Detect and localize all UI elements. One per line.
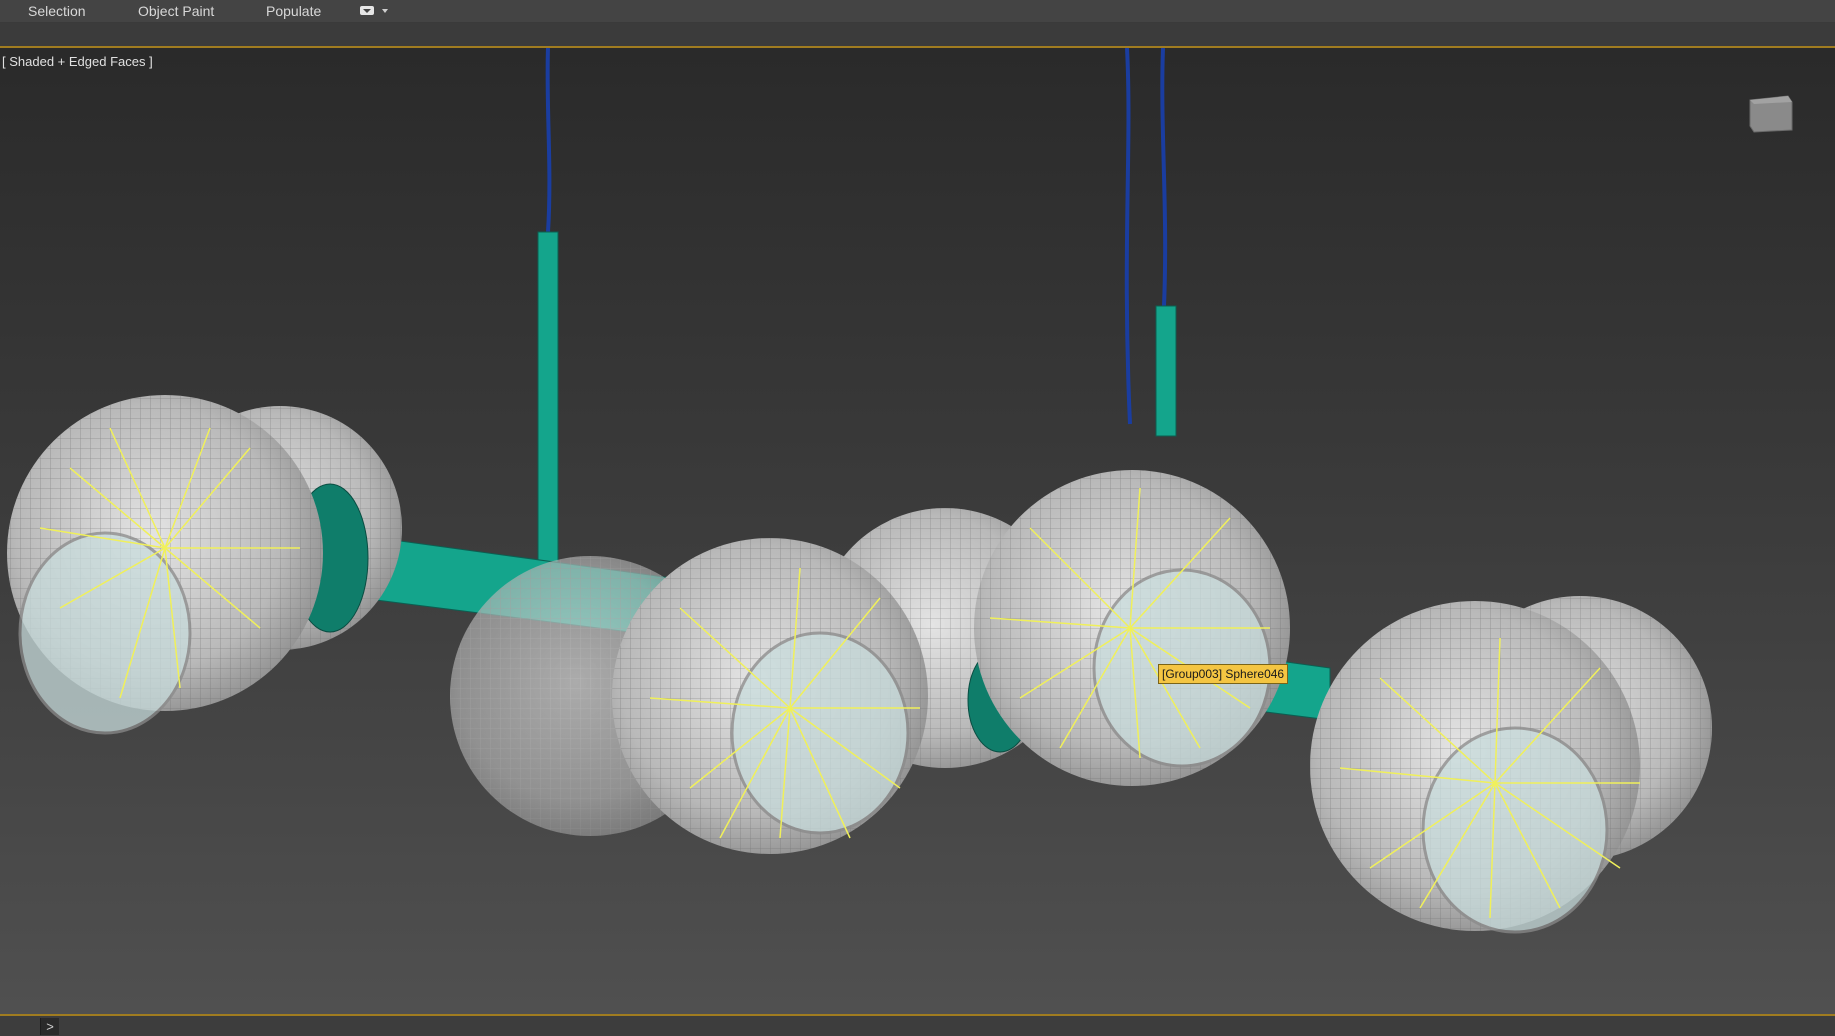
tab-populate[interactable]: Populate [266, 2, 321, 20]
globe-front-1 [7, 395, 323, 735]
ribbon-bar: Selection Object Paint Populate [0, 0, 1835, 23]
ribbon-dropdown-icon[interactable] [358, 3, 390, 19]
perspective-viewport[interactable]: [ Shaded + Edged Faces ] [Group003] Sphe… [0, 46, 1835, 1016]
rod-right [1155, 305, 1177, 437]
cable-left [545, 48, 552, 233]
status-bar: > [0, 1016, 1835, 1036]
globe-front-3 [974, 470, 1290, 786]
globe-front-2 [612, 538, 928, 854]
scene-canvas[interactable] [0, 48, 1835, 1014]
tab-selection[interactable]: Selection [28, 2, 86, 20]
viewport-label[interactable]: [ Shaded + Edged Faces ] [2, 54, 153, 69]
globe-front-4 [1310, 601, 1640, 934]
viewcube-icon[interactable] [1746, 92, 1796, 134]
ribbon-panel [0, 23, 1835, 46]
tab-object-paint[interactable]: Object Paint [138, 2, 214, 20]
cable-right-b [1160, 48, 1168, 307]
cable-right-a [1124, 48, 1132, 425]
object-tooltip: [Group003] Sphere046 [1158, 664, 1289, 684]
rod-left [537, 231, 559, 583]
script-prompt-button[interactable]: > [40, 1018, 59, 1035]
